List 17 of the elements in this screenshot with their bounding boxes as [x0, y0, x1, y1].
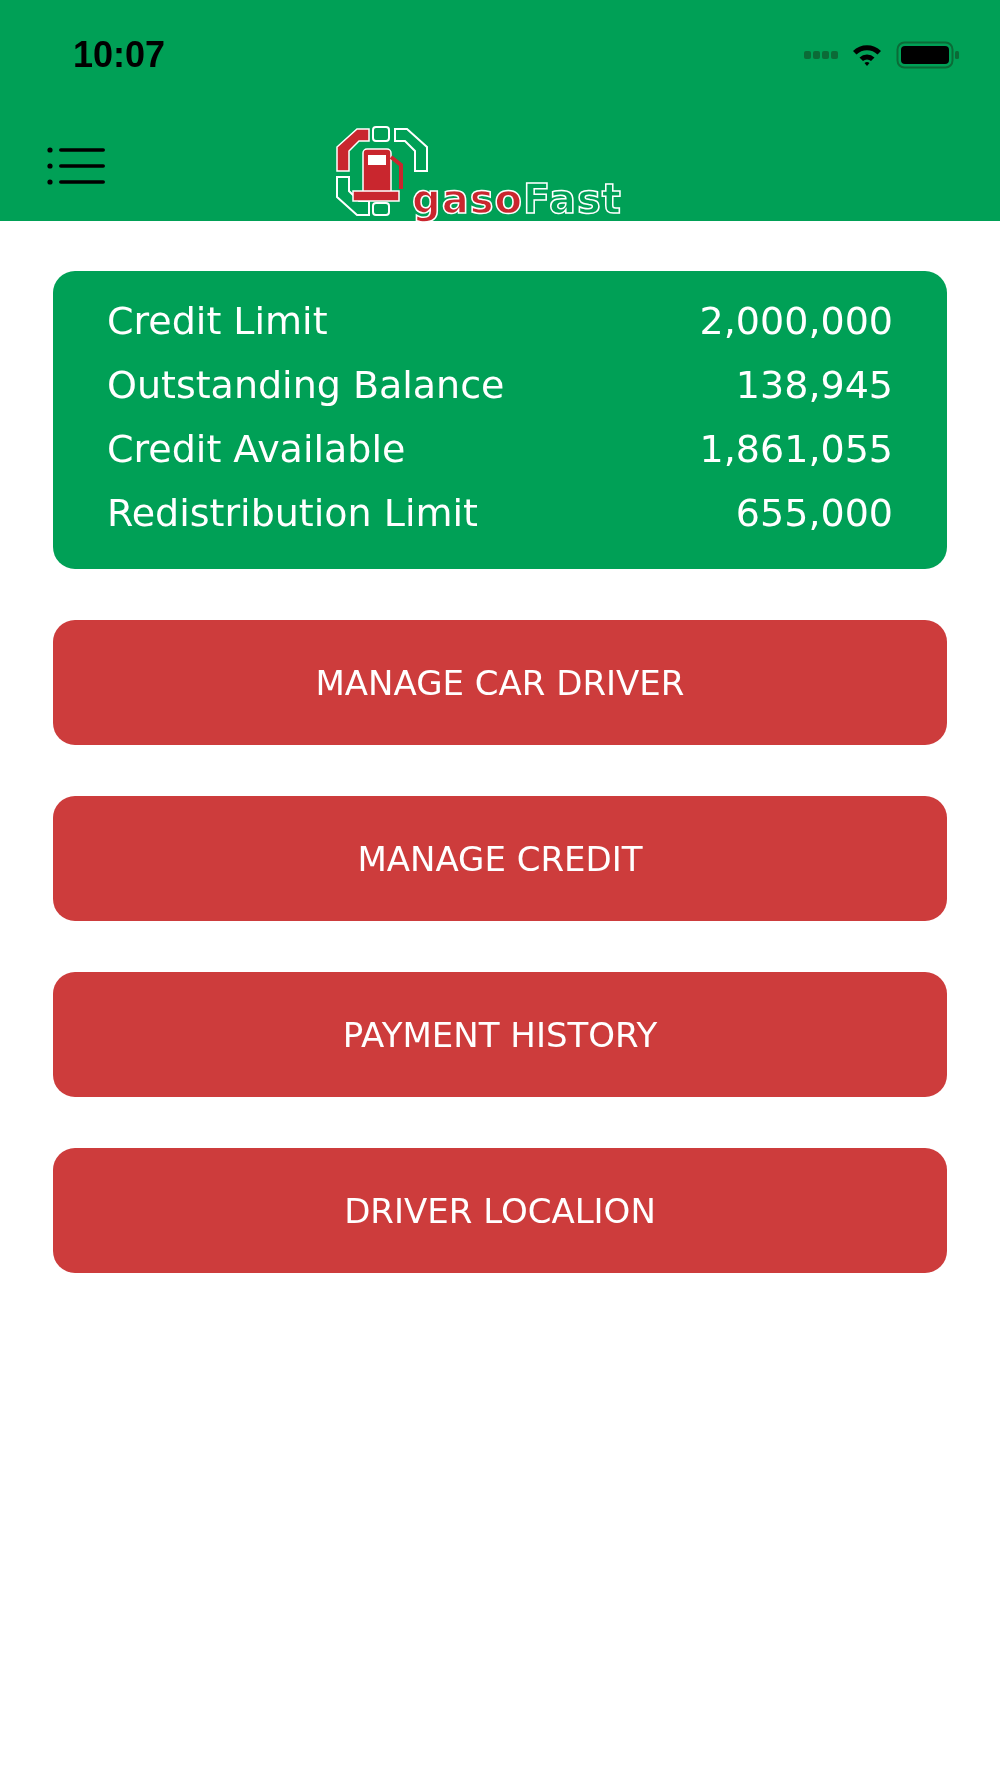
summary-value: 138,945	[735, 362, 893, 409]
menu-button[interactable]	[47, 145, 107, 186]
signal-icon	[804, 50, 838, 60]
summary-value: 655,000	[735, 490, 893, 537]
action-button[interactable]: MANAGE CREDIT	[53, 796, 947, 921]
summary-value: 1,861,055	[699, 426, 893, 473]
summary-label: Credit Limit	[107, 298, 328, 345]
status-time: 10:07	[73, 34, 166, 76]
action-button[interactable]: MANAGE CAR DRIVER	[53, 620, 947, 745]
wifi-icon	[852, 43, 882, 67]
action-button[interactable]: PAYMENT HISTORY	[53, 972, 947, 1097]
summary-label: Credit Available	[107, 426, 406, 473]
summary-label: Outstanding Balance	[107, 362, 505, 409]
summary-label: Redistribution Limit	[107, 490, 478, 537]
summary-value: 2,000,000	[699, 298, 893, 345]
battery-icon	[896, 41, 960, 69]
action-button[interactable]: DRIVER LOCALION	[53, 1148, 947, 1273]
